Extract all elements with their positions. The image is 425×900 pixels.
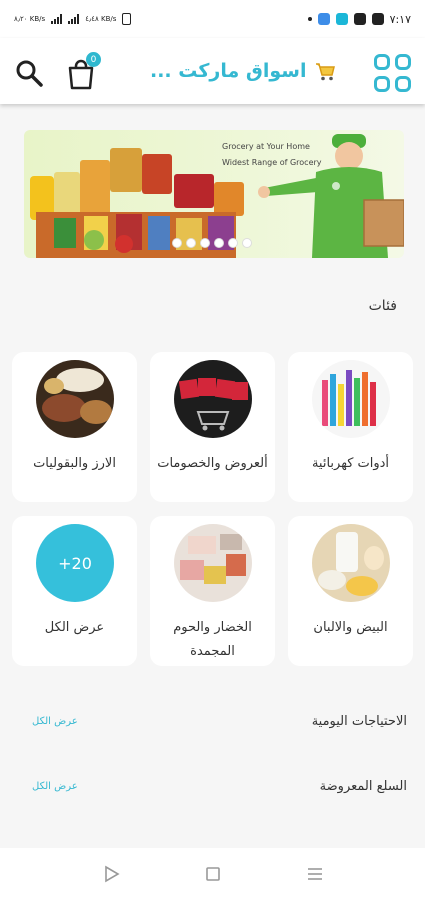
section-featured-view-all[interactable]: عرض الكل xyxy=(32,781,78,792)
network-speed: ٨٫٢٠ KB/s xyxy=(14,15,46,23)
signal-icon-2 xyxy=(68,14,80,24)
eggs-dairy-image xyxy=(312,524,390,602)
messenger-icon xyxy=(335,13,348,25)
home-icon[interactable] xyxy=(203,864,223,884)
frozen-food-image xyxy=(174,524,252,602)
pagination-dot[interactable] xyxy=(214,238,224,248)
delivery-man-image xyxy=(258,134,404,258)
category-label: الارز والبقوليات xyxy=(33,456,116,471)
facebook-icon xyxy=(353,13,366,25)
app-title: اسواق ماركت ... xyxy=(150,60,307,82)
category-card-offers[interactable]: ألعروض والخصومات xyxy=(150,352,275,502)
back-icon[interactable] xyxy=(102,864,122,884)
category-card-rice[interactable]: الارز والبقوليات xyxy=(12,352,137,502)
search-button[interactable] xyxy=(14,58,44,88)
pagination-dot[interactable] xyxy=(228,238,238,248)
grid-menu-icon-cell xyxy=(374,75,390,92)
signal-icon xyxy=(51,14,63,24)
category-card-view-all[interactable]: +20 عرض الكل xyxy=(12,516,137,666)
category-card-dairy[interactable]: البيض والالبان xyxy=(288,516,413,666)
promo-banner[interactable]: Grocery at Your Home Widest Range of Gro… xyxy=(24,130,404,258)
cart-button[interactable]: 0 xyxy=(66,52,101,90)
pagination-dot[interactable] xyxy=(200,238,210,248)
pagination-dot[interactable] xyxy=(242,238,252,248)
banner-pagination xyxy=(172,238,252,248)
cart-count-badge: 0 xyxy=(86,52,101,67)
more-categories-badge: +20 xyxy=(36,524,114,602)
status-bar: ٨٫٢٠ KB/s ٤٫٤٨ KB/s ٧:١٧ xyxy=(0,0,425,38)
section-featured-title: السلع المعروضة xyxy=(319,779,407,794)
category-label: الخضار والحوم المجمدة xyxy=(173,620,252,659)
category-label: ألعروض والخصومات xyxy=(157,456,268,471)
dot-icon xyxy=(307,17,312,21)
status-time: ٧:١٧ xyxy=(389,12,411,26)
category-label: البيض والالبان xyxy=(313,620,388,635)
section-daily-needs-view-all[interactable]: عرض الكل xyxy=(32,716,78,727)
menu-icon[interactable] xyxy=(305,864,325,884)
grid-menu-icon-cell xyxy=(395,54,411,70)
category-label: أدوات كهربائية xyxy=(311,456,390,471)
system-nav-bar xyxy=(0,848,425,900)
category-card-frozen[interactable]: الخضار والحوم المجمدة xyxy=(150,516,275,666)
electrical-tools-image xyxy=(312,360,390,438)
bluetooth-icon xyxy=(317,13,330,25)
grid-menu-button[interactable] xyxy=(374,54,412,92)
pagination-dot[interactable] xyxy=(186,238,196,248)
section-daily-needs-title: الاحتياجات اليومية xyxy=(311,714,407,729)
image-icon xyxy=(371,13,384,25)
rice-legumes-image xyxy=(36,360,114,438)
app-bar: 0 اسواق ماركت ... xyxy=(0,38,425,104)
status-bar-right: ٧:١٧ xyxy=(307,12,411,26)
status-bar-left: ٨٫٢٠ KB/s ٤٫٤٨ KB/s xyxy=(14,13,132,25)
category-card-electrical[interactable]: أدوات كهربائية xyxy=(288,352,413,502)
grid-menu-icon-cell xyxy=(395,75,411,92)
search-icon xyxy=(16,60,43,87)
network-speed-2: ٤٫٤٨ KB/s xyxy=(85,15,117,23)
sale-image xyxy=(174,360,252,438)
shopping-cart-icon xyxy=(316,63,335,81)
categories-title: فئات xyxy=(368,298,397,314)
grid-menu-icon xyxy=(374,54,390,70)
battery-icon xyxy=(122,13,132,25)
category-label: عرض الكل xyxy=(44,620,105,635)
pagination-dot[interactable] xyxy=(172,238,182,248)
